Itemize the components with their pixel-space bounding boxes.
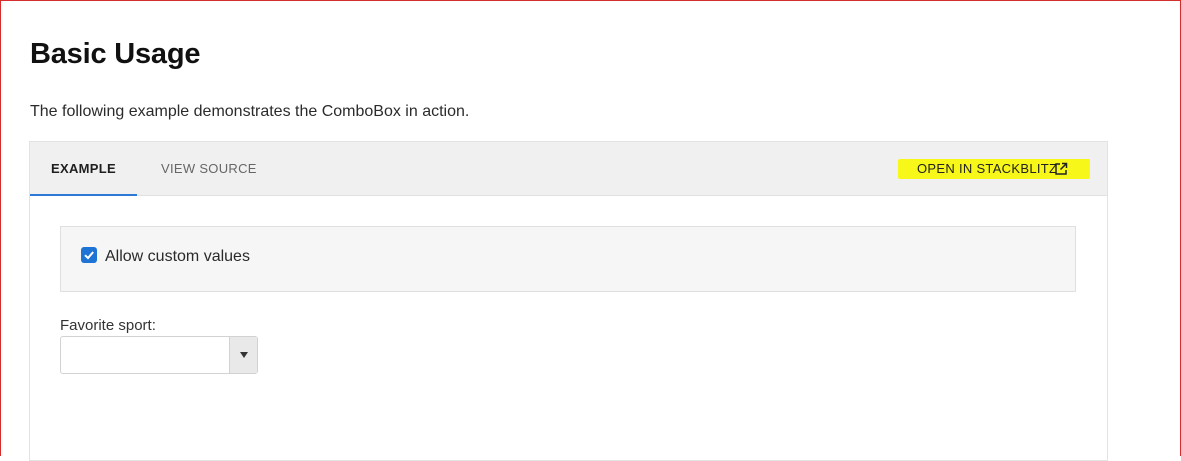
favorite-sport-label: Favorite sport:	[60, 317, 156, 334]
allow-custom-values-checkbox[interactable]	[81, 247, 97, 263]
example-tabs-bar: EXAMPLE VIEW SOURCE OPEN IN STACKBLITZ	[30, 142, 1107, 196]
allow-custom-values-label: Allow custom values	[105, 248, 250, 265]
tab-view-source[interactable]: VIEW SOURCE	[161, 142, 257, 196]
external-link-icon	[1055, 162, 1068, 175]
options-panel: Allow custom values	[60, 226, 1076, 292]
tab-example[interactable]: EXAMPLE	[30, 142, 137, 196]
stackblitz-link-label: OPEN IN STACKBLITZ	[917, 161, 1058, 176]
checkmark-icon	[84, 251, 94, 260]
page-title: Basic Usage	[30, 38, 201, 70]
intro-text: The following example demonstrates the C…	[30, 103, 470, 120]
open-in-stackblitz-link[interactable]: OPEN IN STACKBLITZ	[898, 159, 1091, 179]
example-panel: EXAMPLE VIEW SOURCE OPEN IN STACKBLITZ A…	[29, 141, 1108, 461]
combobox-dropdown-button[interactable]	[229, 337, 257, 373]
combobox-input[interactable]	[61, 337, 229, 373]
caret-down-icon	[240, 352, 248, 358]
favorite-sport-combobox[interactable]	[60, 336, 258, 374]
